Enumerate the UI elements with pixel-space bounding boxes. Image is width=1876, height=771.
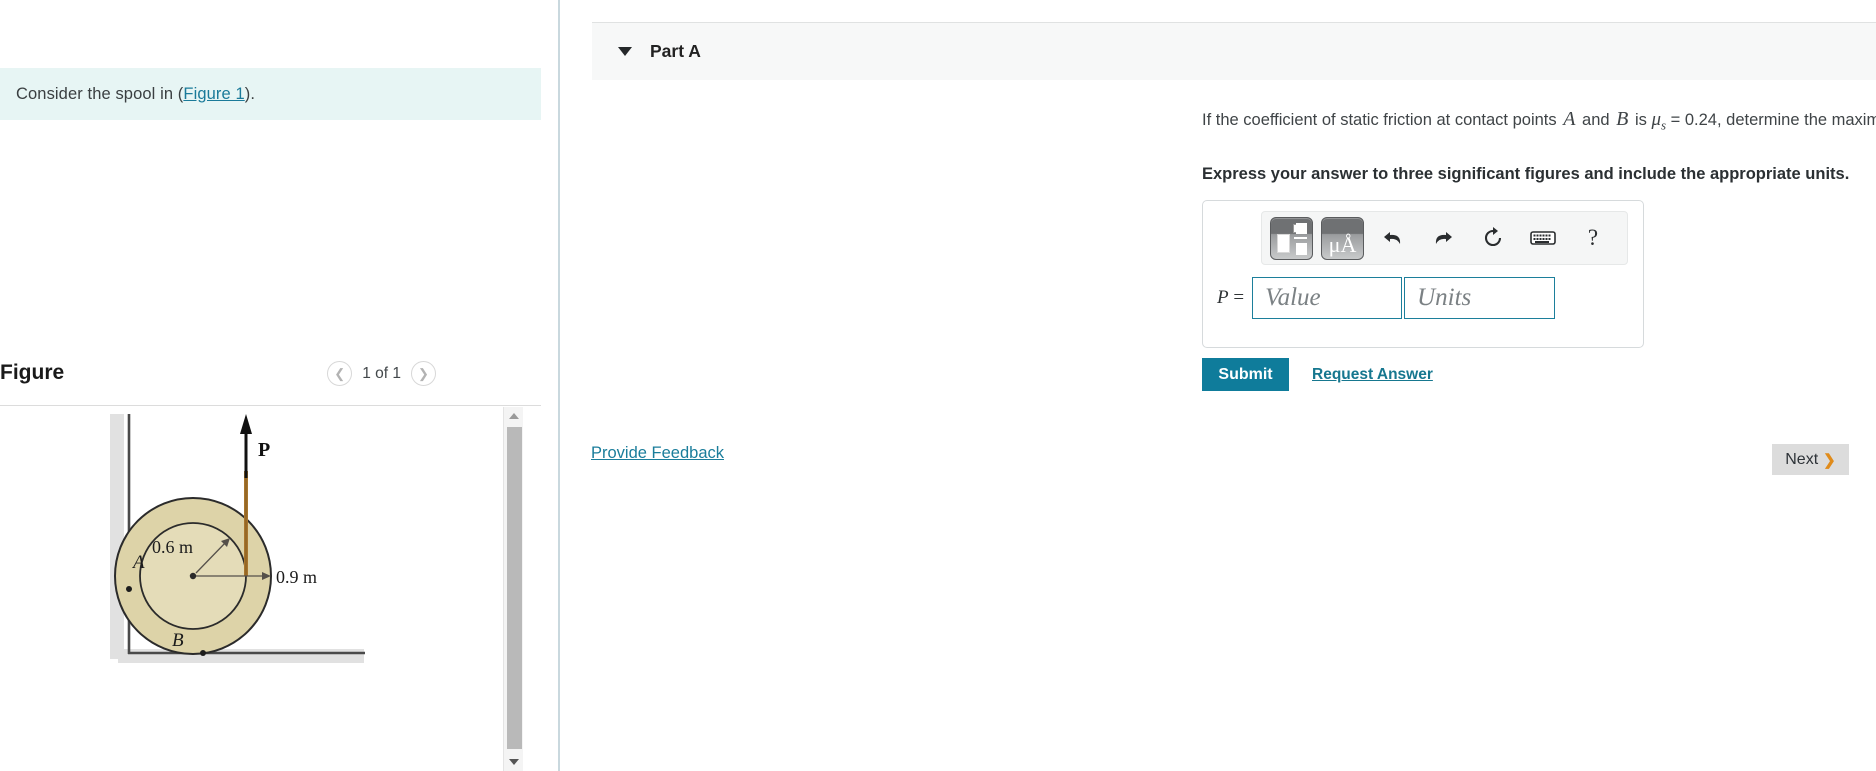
variable-a: A	[1563, 108, 1576, 130]
caret-down-icon[interactable]	[618, 47, 632, 56]
answer-var-p: P	[1217, 287, 1229, 308]
inner-radius-label: 0.6 m	[152, 537, 193, 557]
keyboard-icon[interactable]	[1522, 217, 1564, 259]
spool-diagram-svg: P 0.9 m 0.6 m A B	[110, 414, 365, 663]
next-label: Next	[1785, 450, 1819, 468]
question-text-3: is	[1630, 111, 1652, 129]
figure-scrollbar[interactable]	[503, 407, 523, 771]
chevron-left-icon: ❮	[334, 366, 346, 381]
intro-suffix: ).	[244, 84, 256, 103]
figure-header: Figure ❮ 1 of 1 ❯	[0, 355, 541, 399]
math-template-picker-icon[interactable]	[1270, 216, 1313, 260]
question-statement: If the coefficient of static friction at…	[1202, 108, 1876, 133]
undo-arrow-icon[interactable]	[1372, 217, 1414, 259]
answer-entry-widget: μÅ ? P = Value Units	[1202, 200, 1644, 348]
answer-variable-label: P =	[1217, 287, 1244, 309]
answer-value-input[interactable]	[1252, 277, 1403, 319]
mu-symbol: μ	[1651, 109, 1661, 130]
figure-pager: ❮ 1 of 1 ❯	[327, 361, 436, 386]
request-answer-link[interactable]: Request Answer	[1312, 366, 1433, 384]
problem-intro-box: Consider the spool in (Figure 1).	[0, 68, 541, 120]
panel-divider	[558, 0, 560, 771]
right-answer-panel: Part A If the coefficient of static fric…	[561, 0, 1876, 771]
help-question-mark-icon[interactable]: ?	[1572, 217, 1614, 259]
scroll-down-arrow-icon[interactable]	[504, 753, 524, 771]
figure-prev-button[interactable]: ❮	[327, 361, 353, 386]
reset-circular-arrow-icon[interactable]	[1472, 217, 1514, 259]
next-button[interactable]: Next ❯	[1772, 444, 1849, 475]
scrollbar-thumb[interactable]	[507, 427, 522, 749]
left-problem-panel: Consider the spool in (Figure 1). Figure…	[0, 0, 561, 771]
answer-equals-sign: =	[1233, 287, 1245, 308]
submit-button[interactable]: Submit	[1202, 358, 1289, 391]
contact-point-b-label: B	[172, 630, 184, 651]
provide-feedback-link[interactable]: Provide Feedback	[591, 444, 724, 463]
figure-1-link[interactable]: Figure 1	[183, 85, 244, 103]
mastering-physics-problem-page: Consider the spool in (Figure 1). Figure…	[0, 0, 1876, 771]
outer-radius-label: 0.9 m	[276, 567, 317, 587]
scroll-up-arrow-icon[interactable]	[504, 407, 524, 425]
figure-body: P 0.9 m 0.6 m A B	[0, 405, 541, 771]
answer-input-row: P =	[1217, 277, 1556, 319]
redo-arrow-icon[interactable]	[1422, 217, 1464, 259]
part-a-header[interactable]: Part A	[592, 22, 1876, 80]
units-symbol-picker-button[interactable]: μÅ	[1321, 216, 1364, 260]
answer-units-input[interactable]	[1404, 277, 1556, 319]
chevron-right-icon: ❯	[1823, 451, 1836, 469]
question-text-1: If the coefficient of static friction at…	[1202, 111, 1562, 129]
question-text-2: and	[1577, 111, 1615, 129]
question-text-4: = 0.24, determine the maximum force	[1670, 111, 1876, 129]
chevron-right-icon: ❯	[418, 366, 429, 381]
math-toolbar: μÅ ?	[1261, 211, 1628, 265]
contact-point-a-label: A	[131, 552, 145, 573]
express-answer-instruction: Express your answer to three significant…	[1202, 165, 1850, 183]
figure-title: Figure	[0, 361, 65, 384]
figure-image: P 0.9 m 0.6 m A B	[0, 406, 512, 771]
force-p-label: P	[258, 439, 270, 461]
part-title: Part A	[650, 41, 701, 61]
variable-b: B	[1616, 108, 1629, 130]
intro-prefix: Consider the spool in (	[16, 84, 184, 103]
figure-next-button[interactable]: ❯	[411, 361, 436, 386]
figure-page-label: 1 of 1	[362, 364, 401, 382]
problem-intro-text: Consider the spool in (Figure 1).	[16, 85, 255, 104]
